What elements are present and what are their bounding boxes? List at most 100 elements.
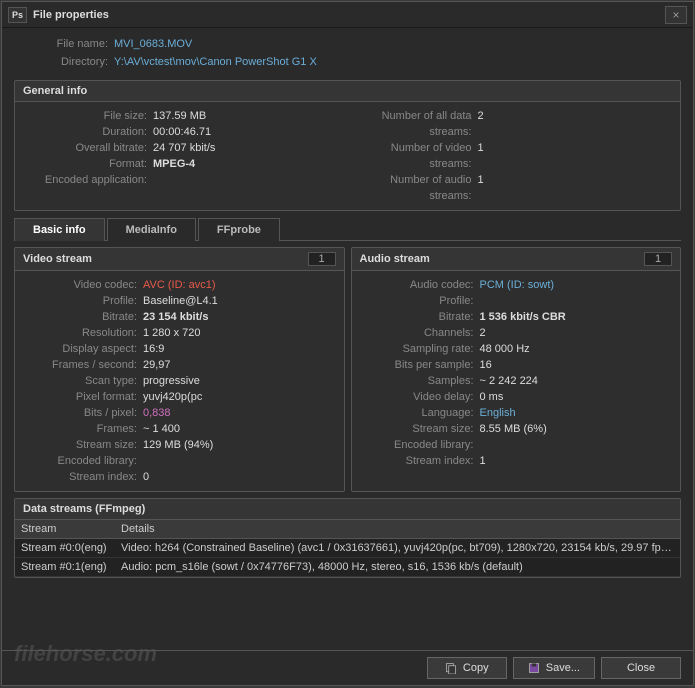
video-label: Pixel format: <box>23 389 143 405</box>
tab-ffprobe[interactable]: FFprobe <box>198 218 280 241</box>
video-row: Frames:~ 1 400 <box>23 421 336 437</box>
video-label: Bitrate: <box>23 309 143 325</box>
audio-row: Encoded library: <box>360 437 673 453</box>
video-label: Encoded library: <box>23 453 143 469</box>
video-value: 1 280 x 720 <box>143 325 201 341</box>
window-title: File properties <box>33 9 665 21</box>
video-row: Video codec:AVC (ID: avc1) <box>23 277 336 293</box>
general-row: Overall bitrate:24 707 kbit/s <box>23 140 348 156</box>
audio-label: Stream size: <box>360 421 480 437</box>
video-label: Video codec: <box>23 277 143 293</box>
app-icon: Ps <box>8 7 27 23</box>
filename-value[interactable]: MVI_0683.MOV <box>114 36 192 52</box>
video-value: 29,97 <box>143 357 171 373</box>
video-row: Encoded library: <box>23 453 336 469</box>
video-value: 23 154 kbit/s <box>143 309 208 325</box>
video-value: ~ 1 400 <box>143 421 180 437</box>
audio-row: Stream size:8.55 MB (6%) <box>360 421 673 437</box>
video-row: Resolution:1 280 x 720 <box>23 325 336 341</box>
filename-label: File name: <box>14 36 114 52</box>
video-label: Frames / second: <box>23 357 143 373</box>
audio-value: 48 000 Hz <box>480 341 530 357</box>
video-stream-index-selector[interactable]: 1 <box>308 252 336 266</box>
data-stream-row[interactable]: Stream #0:0(eng)Video: h264 (Constrained… <box>15 539 680 558</box>
audio-row: Language:English <box>360 405 673 421</box>
audio-label: Sampling rate: <box>360 341 480 357</box>
video-value: progressive <box>143 373 200 389</box>
general-row: Number of all data streams:2 <box>348 108 673 140</box>
directory-label: Directory: <box>14 54 114 70</box>
general-row: Format:MPEG-4 <box>23 156 348 172</box>
video-value: yuvj420p(pc <box>143 389 202 405</box>
general-info-title: General info <box>15 81 680 102</box>
general-label: Encoded application: <box>23 172 153 188</box>
save-button[interactable]: Save... <box>513 657 595 679</box>
general-row: Duration:00:00:46.71 <box>23 124 348 140</box>
data-streams-table: Stream Details Stream #0:0(eng)Video: h2… <box>15 520 680 577</box>
copy-button[interactable]: Copy <box>427 657 507 679</box>
video-label: Frames: <box>23 421 143 437</box>
general-value: MPEG-4 <box>153 156 273 172</box>
audio-stream-index-selector[interactable]: 1 <box>644 252 672 266</box>
general-label: Duration: <box>23 124 153 140</box>
audio-row: Video delay:0 ms <box>360 389 673 405</box>
data-stream-row[interactable]: Stream #0:1(eng)Audio: pcm_s16le (sowt /… <box>15 558 680 577</box>
video-row: Stream size:129 MB (94%) <box>23 437 336 453</box>
audio-label: Video delay: <box>360 389 480 405</box>
footer: filehorse.com Copy Save... Close <box>2 650 693 685</box>
video-label: Bits / pixel: <box>23 405 143 421</box>
general-row: Number of audio streams:1 <box>348 172 673 204</box>
general-label: Format: <box>23 156 153 172</box>
audio-label: Samples: <box>360 373 480 389</box>
video-label: Display aspect: <box>23 341 143 357</box>
video-value: AVC (ID: avc1) <box>143 277 216 293</box>
video-value: 129 MB (94%) <box>143 437 213 453</box>
audio-stream-title: Audio stream <box>360 253 430 265</box>
video-row: Bits / pixel:0,838 <box>23 405 336 421</box>
audio-row: Samples:~ 2 242 224 <box>360 373 673 389</box>
file-properties-window: Ps File properties × File name: MVI_0683… <box>1 1 694 686</box>
audio-label: Channels: <box>360 325 480 341</box>
save-icon <box>528 662 540 674</box>
file-header: File name: MVI_0683.MOV Directory: Y:\AV… <box>14 36 681 72</box>
video-value: 0,838 <box>143 405 171 421</box>
stream-details: Video: h264 (Constrained Baseline) (avc1… <box>115 539 680 558</box>
audio-value: English <box>480 405 516 421</box>
video-label: Profile: <box>23 293 143 309</box>
video-row: Profile:Baseline@L4.1 <box>23 293 336 309</box>
general-row: Number of video streams:1 <box>348 140 673 172</box>
video-row: Bitrate:23 154 kbit/s <box>23 309 336 325</box>
video-row: Pixel format:yuvj420p(pc <box>23 389 336 405</box>
audio-row: Sampling rate:48 000 Hz <box>360 341 673 357</box>
audio-label: Bits per sample: <box>360 357 480 373</box>
tab-basic-info[interactable]: Basic info <box>14 218 105 241</box>
window-close-button[interactable]: × <box>665 6 687 24</box>
video-row: Stream index:0 <box>23 469 336 485</box>
general-label: Overall bitrate: <box>23 140 153 156</box>
audio-label: Encoded library: <box>360 437 480 453</box>
video-stream-group: Video stream 1 Video codec:AVC (ID: avc1… <box>14 247 345 492</box>
video-row: Scan type:progressive <box>23 373 336 389</box>
audio-value: 0 ms <box>480 389 504 405</box>
data-streams-group: Data streams (FFmpeg) Stream Details Str… <box>14 498 681 578</box>
general-value: 137.59 MB <box>153 108 273 124</box>
data-streams-title: Data streams (FFmpeg) <box>15 499 680 520</box>
audio-value: 8.55 MB (6%) <box>480 421 547 437</box>
general-label: Number of all data streams: <box>348 108 478 140</box>
audio-value: PCM (ID: sowt) <box>480 277 555 293</box>
video-stream-title: Video stream <box>23 253 92 265</box>
audio-row: Bitrate:1 536 kbit/s CBR <box>360 309 673 325</box>
video-label: Stream size: <box>23 437 143 453</box>
directory-value[interactable]: Y:\AV\vctest\mov\Canon PowerShot G1 X <box>114 54 317 70</box>
audio-label: Audio codec: <box>360 277 480 293</box>
general-value: 1 <box>478 172 598 204</box>
audio-value: 16 <box>480 357 492 373</box>
audio-value: 1 536 kbit/s CBR <box>480 309 566 325</box>
tab-mediainfo[interactable]: MediaInfo <box>107 218 196 241</box>
general-value: 24 707 kbit/s <box>153 140 273 156</box>
stream-details: Audio: pcm_s16le (sowt / 0x74776F73), 48… <box>115 558 680 577</box>
general-value: 00:00:46.71 <box>153 124 273 140</box>
video-label: Resolution: <box>23 325 143 341</box>
close-button[interactable]: Close <box>601 657 681 679</box>
video-row: Frames / second:29,97 <box>23 357 336 373</box>
